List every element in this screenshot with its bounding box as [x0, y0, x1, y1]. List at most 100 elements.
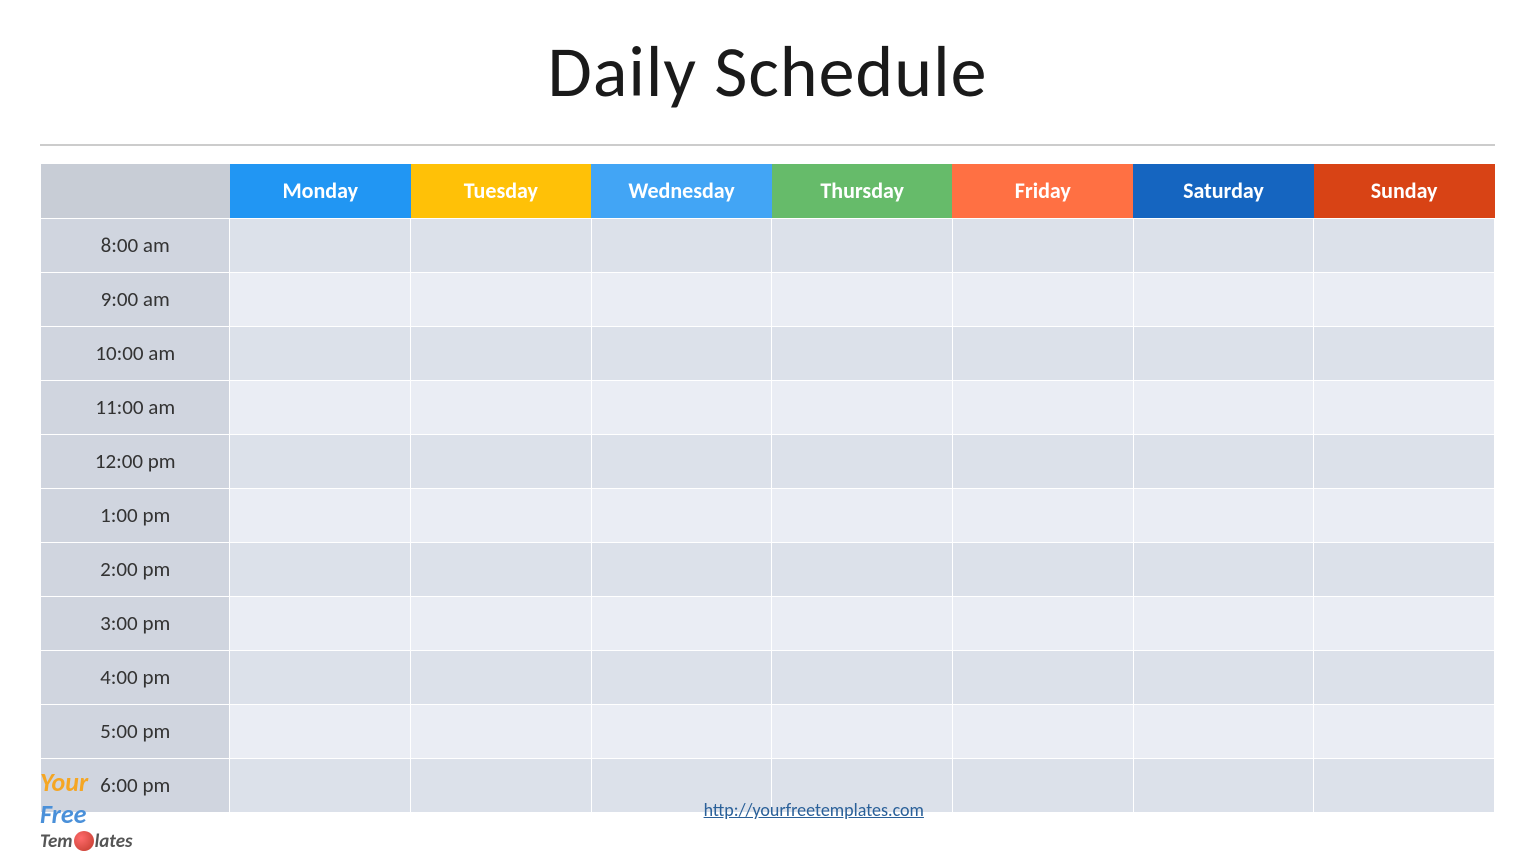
schedule-cell[interactable]	[1133, 218, 1314, 272]
schedule-row: 9:00 am	[41, 272, 1495, 326]
schedule-cell[interactable]	[1133, 380, 1314, 434]
schedule-cell[interactable]	[1133, 326, 1314, 380]
schedule-cell[interactable]	[952, 488, 1133, 542]
time-column-header	[41, 164, 230, 218]
schedule-cell[interactable]	[952, 326, 1133, 380]
schedule-cell[interactable]	[1314, 542, 1495, 596]
schedule-cell[interactable]	[230, 326, 411, 380]
schedule-cell[interactable]	[1314, 704, 1495, 758]
logo-your: Your	[40, 766, 133, 798]
schedule-cell[interactable]	[230, 488, 411, 542]
time-cell: 1:00 pm	[41, 488, 230, 542]
day-header-friday: Friday	[952, 164, 1133, 218]
schedule-cell[interactable]	[411, 218, 592, 272]
schedule-cell[interactable]	[952, 434, 1133, 488]
schedule-cell[interactable]	[1133, 434, 1314, 488]
schedule-cell[interactable]	[591, 326, 772, 380]
day-header-saturday: Saturday	[1133, 164, 1314, 218]
day-header-wednesday: Wednesday	[591, 164, 772, 218]
schedule-cell[interactable]	[230, 650, 411, 704]
schedule-cell[interactable]	[230, 218, 411, 272]
day-header-monday: Monday	[230, 164, 411, 218]
time-cell: 2:00 pm	[41, 542, 230, 596]
footer: Your Free Temlates http://yourfreetempla…	[0, 766, 1535, 853]
schedule-cell[interactable]	[1314, 218, 1495, 272]
schedule-cell[interactable]	[230, 596, 411, 650]
day-header-thursday: Thursday	[772, 164, 953, 218]
footer-link[interactable]: http://yourfreetemplates.com	[133, 799, 1495, 821]
schedule-cell[interactable]	[411, 704, 592, 758]
time-cell: 5:00 pm	[41, 704, 230, 758]
schedule-row: 1:00 pm	[41, 488, 1495, 542]
schedule-cell[interactable]	[1133, 704, 1314, 758]
schedule-container: MondayTuesdayWednesdayThursdayFridaySatu…	[40, 164, 1495, 813]
schedule-cell[interactable]	[411, 488, 592, 542]
schedule-cell[interactable]	[411, 434, 592, 488]
schedule-cell[interactable]	[411, 650, 592, 704]
schedule-row: 3:00 pm	[41, 596, 1495, 650]
schedule-cell[interactable]	[591, 488, 772, 542]
schedule-cell[interactable]	[1133, 596, 1314, 650]
schedule-cell[interactable]	[772, 650, 953, 704]
schedule-row: 2:00 pm	[41, 542, 1495, 596]
schedule-cell[interactable]	[952, 704, 1133, 758]
schedule-cell[interactable]	[1314, 380, 1495, 434]
schedule-cell[interactable]	[1133, 488, 1314, 542]
schedule-cell[interactable]	[230, 434, 411, 488]
schedule-cell[interactable]	[772, 596, 953, 650]
schedule-cell[interactable]	[1133, 650, 1314, 704]
schedule-cell[interactable]	[952, 650, 1133, 704]
schedule-cell[interactable]	[591, 542, 772, 596]
schedule-row: 10:00 am	[41, 326, 1495, 380]
schedule-cell[interactable]	[772, 542, 953, 596]
schedule-cell[interactable]	[952, 380, 1133, 434]
schedule-cell[interactable]	[411, 326, 592, 380]
schedule-cell[interactable]	[952, 272, 1133, 326]
schedule-cell[interactable]	[411, 272, 592, 326]
schedule-cell[interactable]	[1133, 272, 1314, 326]
schedule-cell[interactable]	[230, 704, 411, 758]
schedule-cell[interactable]	[772, 434, 953, 488]
schedule-cell[interactable]	[591, 380, 772, 434]
schedule-cell[interactable]	[1314, 596, 1495, 650]
schedule-cell[interactable]	[411, 596, 592, 650]
schedule-cell[interactable]	[772, 380, 953, 434]
schedule-cell[interactable]	[591, 596, 772, 650]
schedule-cell[interactable]	[952, 596, 1133, 650]
schedule-cell[interactable]	[952, 218, 1133, 272]
schedule-cell[interactable]	[1133, 542, 1314, 596]
schedule-row: 11:00 am	[41, 380, 1495, 434]
schedule-cell[interactable]	[411, 542, 592, 596]
schedule-cell[interactable]	[591, 434, 772, 488]
schedule-cell[interactable]	[1314, 434, 1495, 488]
schedule-cell[interactable]	[952, 542, 1133, 596]
schedule-cell[interactable]	[772, 488, 953, 542]
page-title: Daily Schedule	[0, 0, 1535, 144]
time-cell: 12:00 pm	[41, 434, 230, 488]
schedule-row: 8:00 am	[41, 218, 1495, 272]
time-cell: 10:00 am	[41, 326, 230, 380]
schedule-table: MondayTuesdayWednesdayThursdayFridaySatu…	[40, 164, 1495, 813]
schedule-cell[interactable]	[591, 704, 772, 758]
time-cell: 9:00 am	[41, 272, 230, 326]
logo-text: Your Free Temlates	[40, 766, 133, 853]
schedule-cell[interactable]	[591, 650, 772, 704]
time-cell: 8:00 am	[41, 218, 230, 272]
schedule-cell[interactable]	[591, 272, 772, 326]
schedule-row: 5:00 pm	[41, 704, 1495, 758]
schedule-cell[interactable]	[1314, 650, 1495, 704]
schedule-cell[interactable]	[1314, 326, 1495, 380]
logo-templates: Temlates	[40, 830, 133, 853]
schedule-cell[interactable]	[772, 704, 953, 758]
schedule-cell[interactable]	[411, 380, 592, 434]
schedule-cell[interactable]	[230, 542, 411, 596]
schedule-cell[interactable]	[1314, 272, 1495, 326]
schedule-cell[interactable]	[591, 218, 772, 272]
schedule-cell[interactable]	[230, 272, 411, 326]
schedule-cell[interactable]	[230, 380, 411, 434]
schedule-cell[interactable]	[772, 218, 953, 272]
schedule-cell[interactable]	[772, 326, 953, 380]
schedule-cell[interactable]	[772, 272, 953, 326]
time-cell: 3:00 pm	[41, 596, 230, 650]
schedule-cell[interactable]	[1314, 488, 1495, 542]
